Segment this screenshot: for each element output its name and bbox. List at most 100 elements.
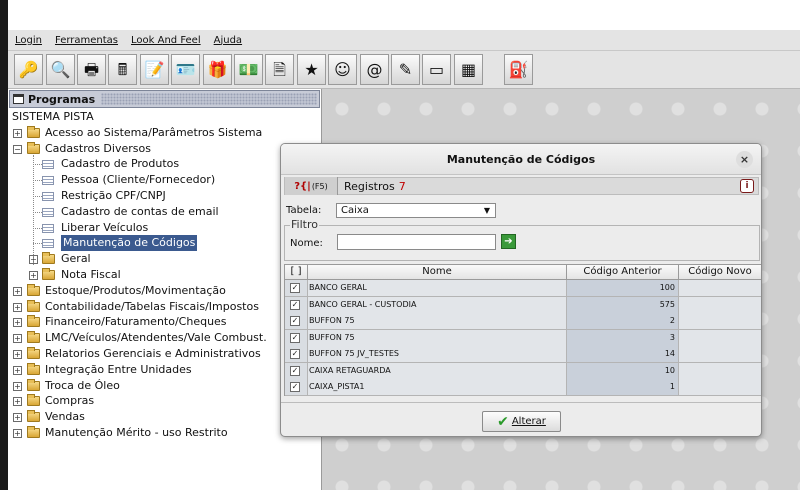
collapse-toggle-icon[interactable]: − xyxy=(13,144,22,154)
close-icon[interactable]: × xyxy=(736,151,753,168)
row-checkbox[interactable]: ✓ xyxy=(290,382,300,392)
tree-item[interactable]: + Compras xyxy=(12,393,320,409)
tree-item-label: Integração Entre Unidades xyxy=(45,362,192,376)
table-row[interactable]: ✓ BUFFON 75 JV_TESTES 14 xyxy=(285,346,761,363)
expand-toggle-icon[interactable]: + xyxy=(13,350,22,359)
tree-item-label: Vendas xyxy=(45,410,85,424)
cell-codigo-novo[interactable] xyxy=(679,280,761,296)
fuel-pump-icon[interactable]: ⛽ xyxy=(504,54,533,85)
expand-toggle-icon[interactable]: + xyxy=(13,286,22,296)
nome-input[interactable] xyxy=(337,234,496,250)
tree-item[interactable]: Manutenção de Códigos xyxy=(12,235,320,252)
tree-item[interactable]: − Cadastros Diversos xyxy=(12,141,320,157)
tree-item[interactable]: Cadastro de Produtos xyxy=(12,156,320,172)
col-header-nome[interactable]: Nome xyxy=(308,265,567,280)
search-go-icon[interactable]: ➔ xyxy=(501,234,516,249)
tree-item[interactable]: + Troca de Óleo xyxy=(12,378,320,394)
expand-toggle-icon[interactable]: + xyxy=(13,128,22,138)
at-sign-icon[interactable]: @ xyxy=(360,54,389,85)
table-row[interactable]: ✓ BANCO GERAL - CUSTODIA 575 xyxy=(285,296,761,313)
folder-icon xyxy=(27,315,40,328)
menu-look-and-feel[interactable]: Look And Feel xyxy=(131,35,201,46)
expand-toggle-icon[interactable]: + xyxy=(13,413,22,423)
col-header-codigo-novo[interactable]: Código Novo xyxy=(679,265,761,280)
tree-item[interactable]: + Relatorios Gerenciais e Administrativos xyxy=(12,346,320,362)
star-icon[interactable]: ★ xyxy=(297,54,326,85)
row-checkbox[interactable]: ✓ xyxy=(290,332,300,343)
id-card-icon[interactable]: 🪪 xyxy=(171,54,200,85)
menu-login[interactable]: Login xyxy=(15,35,42,46)
tree-item[interactable]: + Acesso ao Sistema/Parâmetros Sistema xyxy=(12,125,320,141)
expand-toggle-icon[interactable]: + xyxy=(13,334,22,344)
tree-item[interactable]: + Contabilidade/Tabelas Fiscais/Impostos xyxy=(12,299,320,315)
table-row[interactable]: ✓ CAIXA_PISTA1 1 xyxy=(285,379,761,396)
cell-nome: BUFFON 75 xyxy=(308,313,567,329)
tree-root[interactable]: SISTEMA PISTA xyxy=(12,109,94,125)
folder-icon xyxy=(27,378,40,391)
expand-toggle-icon[interactable]: + xyxy=(13,429,22,438)
tree-item[interactable]: + Manutenção Mérito - uso Restrito xyxy=(12,425,320,441)
magnifier-icon[interactable]: 🔍 xyxy=(46,54,75,85)
dialog-title-bar: Manutenção de Códigos × xyxy=(281,144,761,175)
cell-codigo-novo[interactable] xyxy=(679,362,761,379)
row-checkbox[interactable]: ✓ xyxy=(290,299,300,310)
cell-codigo-novo[interactable] xyxy=(679,346,761,362)
tree-item[interactable]: Restrição CPF/CNPJ xyxy=(12,188,320,204)
money-icon[interactable]: 💵 xyxy=(234,54,263,85)
gift-box-icon[interactable]: 🎁 xyxy=(203,54,232,85)
key-person-icon[interactable]: 🔑 xyxy=(14,54,43,85)
table-row[interactable]: ✓ BANCO GERAL 100 xyxy=(285,280,761,297)
tree-item-label: Nota Fiscal xyxy=(61,268,121,281)
tree-item[interactable]: Cadastro de contas de email xyxy=(12,204,320,220)
table-row[interactable]: ✓ CAIXA RETAGUARDA 10 xyxy=(285,362,761,379)
row-checkbox[interactable]: ✓ xyxy=(290,349,300,359)
calculator-icon[interactable]: ▦ xyxy=(454,54,483,85)
expand-toggle-icon[interactable]: + xyxy=(13,365,22,375)
tree-item[interactable]: Pessoa (Cliente/Fornecedor) xyxy=(12,172,320,188)
expand-toggle-icon[interactable]: + xyxy=(13,302,22,312)
info-icon[interactable]: i xyxy=(740,179,754,193)
tree-item[interactable]: + Integração Entre Unidades xyxy=(12,362,320,378)
tree-item[interactable]: + Estoque/Produtos/Movimentação xyxy=(12,283,320,299)
cell-codigo-novo[interactable] xyxy=(679,313,761,329)
tree-item[interactable]: + Geral xyxy=(12,251,320,267)
table-row[interactable]: ✓ BUFFON 75 2 xyxy=(285,313,761,330)
table-row[interactable]: ✓ BUFFON 75 3 xyxy=(285,329,761,346)
card-icon[interactable]: ▭ xyxy=(422,54,451,85)
tree-item[interactable]: + Vendas xyxy=(12,409,320,425)
folder-icon xyxy=(27,331,40,344)
cell-codigo-novo[interactable] xyxy=(679,296,761,313)
smiley-face-icon[interactable]: ☺ xyxy=(328,54,357,85)
tabela-select[interactable]: Caixa ▼ xyxy=(336,203,496,218)
programs-title: Programas xyxy=(28,92,96,106)
tree-item[interactable]: + Financeiro/Faturamento/Cheques xyxy=(12,314,320,330)
expand-toggle-icon[interactable]: + xyxy=(13,397,22,407)
expand-toggle-icon[interactable]: + xyxy=(29,271,38,280)
menu-ferramentas[interactable]: Ferramentas xyxy=(55,35,118,46)
expand-toggle-icon[interactable]: + xyxy=(13,381,22,391)
help-button[interactable]: ?{| (F5) xyxy=(285,177,338,195)
expand-toggle-icon[interactable]: + xyxy=(13,318,22,328)
tree-item[interactable]: + LMC/Veículos/Atendentes/Vale Combust. xyxy=(12,330,320,346)
row-checkbox[interactable]: ✓ xyxy=(290,283,300,293)
cash-register-icon[interactable]: 🖩 xyxy=(108,54,137,85)
printer-icon[interactable]: 🖶 xyxy=(77,54,106,85)
row-checkbox[interactable]: ✓ xyxy=(290,316,300,326)
nfe-document-icon[interactable]: 🗎 xyxy=(265,54,294,85)
notepad-icon[interactable]: 📝 xyxy=(140,54,169,85)
folder-icon xyxy=(27,141,40,154)
cell-codigo-novo[interactable] xyxy=(679,379,761,395)
folder-icon xyxy=(27,410,40,423)
col-header-codigo-anterior[interactable]: Código Anterior xyxy=(567,265,679,280)
tree-item-label: Contabilidade/Tabelas Fiscais/Impostos xyxy=(45,299,259,313)
tree-item[interactable]: Liberar Veículos xyxy=(12,220,320,236)
programs-panel: Programas SISTEMA PISTA + Acesso ao Sistem… xyxy=(8,89,322,490)
pen-check-icon[interactable]: ✎ xyxy=(391,54,420,85)
cell-codigo-anterior: 100 xyxy=(567,280,679,296)
row-checkbox[interactable]: ✓ xyxy=(290,365,300,376)
menu-ajuda[interactable]: Ajuda xyxy=(214,35,242,46)
alterar-button[interactable]: ✔ Alterar xyxy=(482,411,561,432)
cell-codigo-novo[interactable] xyxy=(679,329,761,346)
col-header-check[interactable]: [ ] xyxy=(285,265,308,280)
tree-item[interactable]: + Nota Fiscal xyxy=(12,267,320,283)
